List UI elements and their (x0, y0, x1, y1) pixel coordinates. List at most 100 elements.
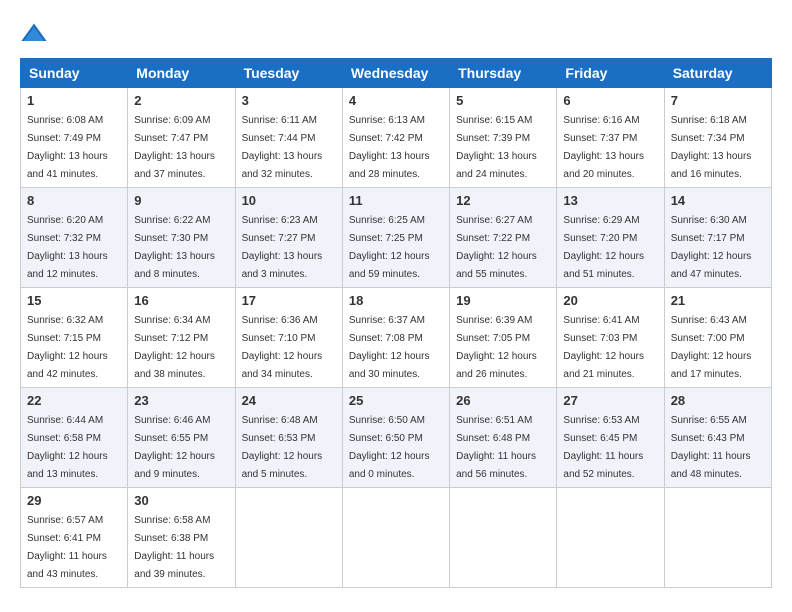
logo (20, 20, 50, 48)
calendar-cell: 6 Sunrise: 6:16 AMSunset: 7:37 PMDayligh… (557, 88, 664, 188)
day-info: Sunrise: 6:08 AMSunset: 7:49 PMDaylight:… (27, 115, 108, 180)
calendar-week-row: 22 Sunrise: 6:44 AMSunset: 6:58 PMDaylig… (21, 388, 772, 488)
logo-icon (20, 20, 48, 48)
day-number: 8 (27, 193, 121, 208)
day-info: Sunrise: 6:18 AMSunset: 7:34 PMDaylight:… (671, 115, 752, 180)
day-info: Sunrise: 6:44 AMSunset: 6:58 PMDaylight:… (27, 415, 108, 480)
calendar-cell (557, 488, 664, 588)
calendar-cell: 29 Sunrise: 6:57 AMSunset: 6:41 PMDaylig… (21, 488, 128, 588)
day-number: 14 (671, 193, 765, 208)
day-info: Sunrise: 6:34 AMSunset: 7:12 PMDaylight:… (134, 315, 215, 380)
calendar-week-row: 15 Sunrise: 6:32 AMSunset: 7:15 PMDaylig… (21, 288, 772, 388)
calendar-cell: 27 Sunrise: 6:53 AMSunset: 6:45 PMDaylig… (557, 388, 664, 488)
day-info: Sunrise: 6:57 AMSunset: 6:41 PMDaylight:… (27, 515, 107, 580)
day-number: 17 (242, 293, 336, 308)
day-info: Sunrise: 6:50 AMSunset: 6:50 PMDaylight:… (349, 415, 430, 480)
calendar-cell: 21 Sunrise: 6:43 AMSunset: 7:00 PMDaylig… (664, 288, 771, 388)
calendar-cell: 4 Sunrise: 6:13 AMSunset: 7:42 PMDayligh… (342, 88, 449, 188)
day-number: 9 (134, 193, 228, 208)
header (20, 20, 772, 48)
day-info: Sunrise: 6:43 AMSunset: 7:00 PMDaylight:… (671, 315, 752, 380)
day-info: Sunrise: 6:55 AMSunset: 6:43 PMDaylight:… (671, 415, 751, 480)
calendar-cell: 13 Sunrise: 6:29 AMSunset: 7:20 PMDaylig… (557, 188, 664, 288)
calendar-cell (235, 488, 342, 588)
calendar-week-row: 1 Sunrise: 6:08 AMSunset: 7:49 PMDayligh… (21, 88, 772, 188)
day-info: Sunrise: 6:29 AMSunset: 7:20 PMDaylight:… (563, 215, 644, 280)
calendar-cell: 3 Sunrise: 6:11 AMSunset: 7:44 PMDayligh… (235, 88, 342, 188)
day-info: Sunrise: 6:16 AMSunset: 7:37 PMDaylight:… (563, 115, 644, 180)
day-of-week-header: Monday (128, 59, 235, 88)
calendar-cell (450, 488, 557, 588)
day-number: 6 (563, 93, 657, 108)
day-info: Sunrise: 6:30 AMSunset: 7:17 PMDaylight:… (671, 215, 752, 280)
day-number: 10 (242, 193, 336, 208)
day-number: 21 (671, 293, 765, 308)
day-number: 12 (456, 193, 550, 208)
calendar-cell: 25 Sunrise: 6:50 AMSunset: 6:50 PMDaylig… (342, 388, 449, 488)
day-number: 25 (349, 393, 443, 408)
day-number: 15 (27, 293, 121, 308)
day-of-week-header: Sunday (21, 59, 128, 88)
day-info: Sunrise: 6:23 AMSunset: 7:27 PMDaylight:… (242, 215, 323, 280)
day-number: 4 (349, 93, 443, 108)
day-number: 7 (671, 93, 765, 108)
day-number: 22 (27, 393, 121, 408)
day-info: Sunrise: 6:13 AMSunset: 7:42 PMDaylight:… (349, 115, 430, 180)
calendar-cell: 5 Sunrise: 6:15 AMSunset: 7:39 PMDayligh… (450, 88, 557, 188)
calendar-cell: 23 Sunrise: 6:46 AMSunset: 6:55 PMDaylig… (128, 388, 235, 488)
day-info: Sunrise: 6:11 AMSunset: 7:44 PMDaylight:… (242, 115, 323, 180)
calendar-cell: 14 Sunrise: 6:30 AMSunset: 7:17 PMDaylig… (664, 188, 771, 288)
day-number: 13 (563, 193, 657, 208)
calendar-cell: 26 Sunrise: 6:51 AMSunset: 6:48 PMDaylig… (450, 388, 557, 488)
calendar-cell (342, 488, 449, 588)
calendar-cell: 17 Sunrise: 6:36 AMSunset: 7:10 PMDaylig… (235, 288, 342, 388)
calendar: SundayMondayTuesdayWednesdayThursdayFrid… (20, 58, 772, 588)
calendar-cell: 2 Sunrise: 6:09 AMSunset: 7:47 PMDayligh… (128, 88, 235, 188)
day-number: 2 (134, 93, 228, 108)
day-info: Sunrise: 6:27 AMSunset: 7:22 PMDaylight:… (456, 215, 537, 280)
day-of-week-header: Wednesday (342, 59, 449, 88)
calendar-cell: 16 Sunrise: 6:34 AMSunset: 7:12 PMDaylig… (128, 288, 235, 388)
calendar-cell (664, 488, 771, 588)
day-info: Sunrise: 6:32 AMSunset: 7:15 PMDaylight:… (27, 315, 108, 380)
calendar-cell: 20 Sunrise: 6:41 AMSunset: 7:03 PMDaylig… (557, 288, 664, 388)
day-number: 19 (456, 293, 550, 308)
calendar-cell: 7 Sunrise: 6:18 AMSunset: 7:34 PMDayligh… (664, 88, 771, 188)
day-number: 30 (134, 493, 228, 508)
day-info: Sunrise: 6:20 AMSunset: 7:32 PMDaylight:… (27, 215, 108, 280)
day-number: 24 (242, 393, 336, 408)
day-number: 5 (456, 93, 550, 108)
day-info: Sunrise: 6:46 AMSunset: 6:55 PMDaylight:… (134, 415, 215, 480)
calendar-cell: 19 Sunrise: 6:39 AMSunset: 7:05 PMDaylig… (450, 288, 557, 388)
calendar-cell: 15 Sunrise: 6:32 AMSunset: 7:15 PMDaylig… (21, 288, 128, 388)
calendar-cell: 11 Sunrise: 6:25 AMSunset: 7:25 PMDaylig… (342, 188, 449, 288)
day-info: Sunrise: 6:48 AMSunset: 6:53 PMDaylight:… (242, 415, 323, 480)
calendar-cell: 1 Sunrise: 6:08 AMSunset: 7:49 PMDayligh… (21, 88, 128, 188)
day-info: Sunrise: 6:09 AMSunset: 7:47 PMDaylight:… (134, 115, 215, 180)
calendar-cell: 10 Sunrise: 6:23 AMSunset: 7:27 PMDaylig… (235, 188, 342, 288)
calendar-week-row: 29 Sunrise: 6:57 AMSunset: 6:41 PMDaylig… (21, 488, 772, 588)
calendar-cell: 18 Sunrise: 6:37 AMSunset: 7:08 PMDaylig… (342, 288, 449, 388)
calendar-cell: 24 Sunrise: 6:48 AMSunset: 6:53 PMDaylig… (235, 388, 342, 488)
day-info: Sunrise: 6:58 AMSunset: 6:38 PMDaylight:… (134, 515, 214, 580)
day-info: Sunrise: 6:39 AMSunset: 7:05 PMDaylight:… (456, 315, 537, 380)
day-info: Sunrise: 6:22 AMSunset: 7:30 PMDaylight:… (134, 215, 215, 280)
day-number: 18 (349, 293, 443, 308)
day-number: 11 (349, 193, 443, 208)
day-number: 26 (456, 393, 550, 408)
calendar-cell: 8 Sunrise: 6:20 AMSunset: 7:32 PMDayligh… (21, 188, 128, 288)
day-number: 20 (563, 293, 657, 308)
day-info: Sunrise: 6:25 AMSunset: 7:25 PMDaylight:… (349, 215, 430, 280)
day-number: 29 (27, 493, 121, 508)
day-number: 1 (27, 93, 121, 108)
calendar-week-row: 8 Sunrise: 6:20 AMSunset: 7:32 PMDayligh… (21, 188, 772, 288)
day-of-week-header: Thursday (450, 59, 557, 88)
day-info: Sunrise: 6:37 AMSunset: 7:08 PMDaylight:… (349, 315, 430, 380)
calendar-cell: 12 Sunrise: 6:27 AMSunset: 7:22 PMDaylig… (450, 188, 557, 288)
day-header-row: SundayMondayTuesdayWednesdayThursdayFrid… (21, 59, 772, 88)
day-info: Sunrise: 6:53 AMSunset: 6:45 PMDaylight:… (563, 415, 643, 480)
day-info: Sunrise: 6:41 AMSunset: 7:03 PMDaylight:… (563, 315, 644, 380)
day-number: 23 (134, 393, 228, 408)
day-of-week-header: Tuesday (235, 59, 342, 88)
day-number: 3 (242, 93, 336, 108)
